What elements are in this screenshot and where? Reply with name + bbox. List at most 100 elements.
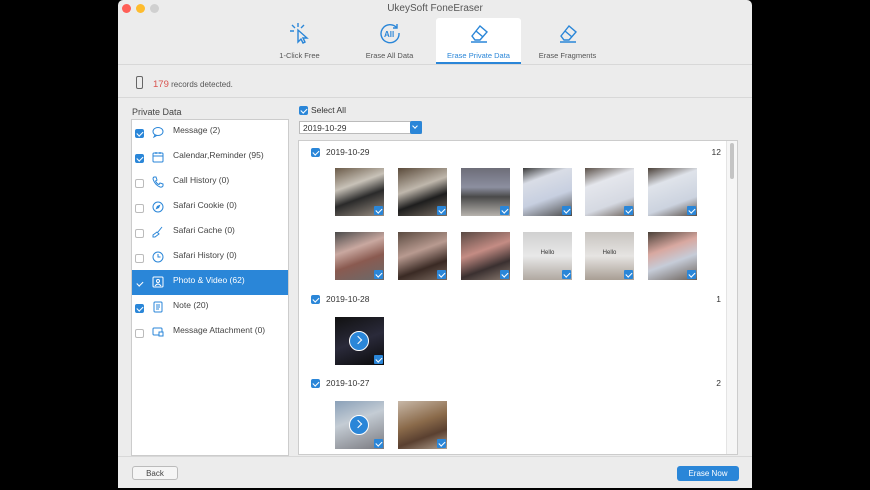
sidebar-item-call-history[interactable]: Call History (0) (132, 170, 288, 195)
checkbox[interactable] (374, 270, 383, 279)
sidebar-title: Private Data (132, 107, 182, 117)
sidebar-item-label: Safari Cookie (0) (173, 200, 237, 210)
sidebar-item-label: Note (20) (173, 300, 209, 310)
sidebar-item-message-attachment[interactable]: Message Attachment (0) (132, 320, 288, 345)
photo-thumbnail[interactable] (585, 168, 634, 216)
tab-erase-fragments[interactable]: Erase Fragments (525, 18, 610, 62)
checkbox[interactable] (624, 270, 633, 279)
checkbox[interactable] (500, 270, 509, 279)
checkbox[interactable] (687, 206, 696, 215)
sidebar-item-label: Photo & Video (62) (173, 275, 245, 285)
close-window-button[interactable] (122, 4, 131, 13)
svg-text:All: All (384, 30, 394, 39)
zoom-window-button[interactable] (150, 4, 159, 13)
photo-thumbnail[interactable] (461, 168, 510, 216)
group-count: 1 (716, 294, 721, 304)
checkbox[interactable] (374, 206, 383, 215)
checkbox[interactable] (135, 129, 144, 138)
play-icon[interactable] (349, 415, 369, 435)
date-dropdown[interactable]: 2019-10-29 (299, 121, 422, 134)
sidebar-item-label: Calendar,Reminder (95) (173, 150, 264, 160)
group-count: 12 (711, 147, 721, 157)
group-count: 2 (716, 378, 721, 388)
calendar-icon (152, 152, 164, 163)
minimize-window-button[interactable] (136, 4, 145, 13)
checkbox[interactable] (135, 229, 144, 238)
select-all-label: Select All (311, 105, 346, 115)
photo-thumbnail[interactable] (335, 232, 384, 280)
checkbox[interactable] (687, 270, 696, 279)
photo-thumbnail[interactable] (398, 401, 447, 449)
checkbox[interactable] (135, 254, 144, 263)
checkbox[interactable] (311, 379, 320, 388)
checkbox[interactable] (311, 148, 320, 157)
records-number: 179 (153, 79, 169, 90)
sidebar-item-label: Safari Cache (0) (173, 225, 235, 235)
scan-summary: 179 records detected. (118, 65, 752, 98)
checkbox[interactable] (135, 204, 144, 213)
records-suffix: records detected. (171, 80, 233, 89)
checkbox[interactable] (624, 206, 633, 215)
photo-thumbnail[interactable]: Hello (585, 232, 634, 280)
photo-text: Hello (540, 250, 555, 256)
photo-thumbnail[interactable] (398, 168, 447, 216)
photo-grid-panel: 2019-10-29 12 Hello Hello 2019-10-28 1 2… (298, 140, 738, 455)
photo-thumbnail[interactable] (523, 168, 572, 216)
checkbox[interactable] (135, 179, 144, 188)
checkbox[interactable] (374, 355, 383, 364)
chevron-down-icon[interactable] (410, 121, 422, 134)
sidebar-item-label: Safari History (0) (173, 250, 237, 260)
note-icon (153, 301, 163, 313)
photo-thumbnail[interactable] (648, 168, 697, 216)
records-count: 179 records detected. (153, 79, 233, 90)
erase-now-button[interactable]: Erase Now (677, 466, 739, 481)
video-thumbnail[interactable] (335, 317, 384, 365)
play-icon[interactable] (349, 331, 369, 351)
phone-icon (136, 76, 143, 89)
photo-text: Hello (602, 250, 617, 256)
window-title: UkeySoft FoneEraser (387, 3, 483, 14)
window-controls (122, 4, 159, 13)
tab-one-click-free[interactable]: 1-Click Free (257, 18, 342, 62)
checkbox[interactable] (135, 154, 144, 163)
checkbox[interactable] (135, 329, 144, 338)
checkbox[interactable] (311, 295, 320, 304)
sidebar-item-message[interactable]: Message (2) (132, 120, 288, 145)
tab-erase-fragments-label: Erase Fragments (538, 51, 597, 60)
checkbox[interactable] (374, 439, 383, 448)
checkbox[interactable] (500, 206, 509, 215)
sidebar-item-label: Call History (0) (173, 175, 230, 185)
checkbox[interactable] (135, 279, 144, 288)
group-date: 2019-10-27 (326, 378, 370, 388)
photo-thumbnail[interactable] (398, 232, 447, 280)
date-group-header: 2019-10-29 12 (311, 147, 721, 159)
sidebar-item-photo-video[interactable]: Photo & Video (62) (132, 270, 288, 295)
sidebar: Message (2) Calendar,Reminder (95) Call … (131, 119, 289, 456)
checkbox[interactable] (437, 439, 446, 448)
scrollbar-thumb[interactable] (730, 143, 734, 179)
video-thumbnail[interactable] (335, 401, 384, 449)
checkbox[interactable] (135, 304, 144, 313)
photo-thumbnail[interactable] (648, 232, 697, 280)
sidebar-item-safari-cache[interactable]: Safari Cache (0) (132, 220, 288, 245)
sidebar-item-safari-history[interactable]: Safari History (0) (132, 245, 288, 270)
title-bar: UkeySoft FoneEraser (118, 0, 752, 18)
checkbox[interactable] (562, 270, 571, 279)
checkbox[interactable] (437, 270, 446, 279)
sidebar-item-calendar[interactable]: Calendar,Reminder (95) (132, 145, 288, 170)
scrollbar[interactable] (726, 141, 737, 454)
tab-erase-private-data[interactable]: Erase Private Data (436, 18, 521, 64)
tab-erase-all-data-label: Erase All Data (365, 51, 414, 60)
checkbox[interactable] (437, 206, 446, 215)
photo-thumbnail[interactable] (335, 168, 384, 216)
photo-thumbnail[interactable]: Hello (523, 232, 572, 280)
sidebar-item-note[interactable]: Note (20) (132, 295, 288, 320)
sidebar-item-safari-cookie[interactable]: Safari Cookie (0) (132, 195, 288, 220)
back-button[interactable]: Back (132, 466, 178, 480)
tab-erase-all-data[interactable]: All Erase All Data (347, 18, 432, 62)
checkbox[interactable] (562, 206, 571, 215)
checkbox[interactable] (299, 106, 308, 115)
sidebar-item-label: Message Attachment (0) (173, 325, 266, 335)
photo-thumbnail[interactable] (461, 232, 510, 280)
date-dropdown-value: 2019-10-29 (303, 123, 347, 133)
